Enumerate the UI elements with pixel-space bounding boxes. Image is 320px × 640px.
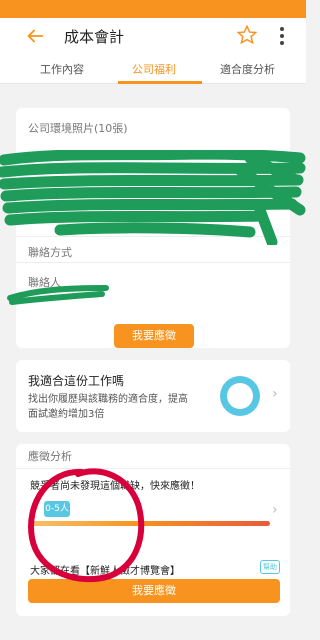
app-bar: 成本會計 xyxy=(0,18,306,54)
page-title: 成本會計 xyxy=(64,28,125,46)
star-icon[interactable] xyxy=(236,24,258,46)
status-bar xyxy=(0,0,306,18)
redaction-scribble xyxy=(7,285,109,305)
fit-title: 我適合這份工作嗎 xyxy=(28,374,125,388)
fit-description: 找出你履歷與該職務的適合度，提高面試邀約增加3倍 xyxy=(28,394,188,420)
company-photos-label[interactable]: 公司環境照片(10張) xyxy=(28,120,128,136)
help-button[interactable]: 幫助 xyxy=(260,560,280,574)
tab-bar: 工作內容 公司福利 適合度分析 xyxy=(0,54,306,84)
chevron-right-icon[interactable]: › xyxy=(272,386,278,402)
redaction-scribble xyxy=(0,150,306,245)
chevron-right-icon[interactable]: › xyxy=(272,502,278,518)
tab-job-content[interactable]: 工作內容 xyxy=(40,61,84,77)
fit-illustration xyxy=(220,376,260,416)
apply-button-small[interactable]: 我要應徵 xyxy=(114,324,194,348)
tab-company-benefits[interactable]: 公司福利 xyxy=(132,61,176,77)
highlight-circle xyxy=(28,468,145,583)
more-options-icon[interactable] xyxy=(278,24,286,48)
contact-section-label: 聯絡方式 xyxy=(28,246,72,259)
tab-fit-analysis[interactable]: 適合度分析 xyxy=(220,61,275,77)
back-arrow-icon[interactable] xyxy=(24,25,46,47)
active-tab-indicator xyxy=(118,81,202,84)
divider xyxy=(16,262,290,263)
